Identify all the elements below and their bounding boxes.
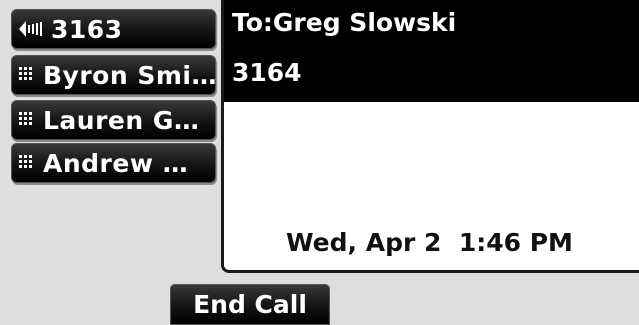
call-header: To:Greg Slowski 3164 <box>224 0 639 102</box>
speaker-volume-icon <box>19 19 45 39</box>
date-time-display: Wed, Apr 2 1:46 PM <box>286 228 573 257</box>
line-key-label: Andrew … <box>43 148 189 178</box>
line-key-label: 3163 <box>51 14 123 44</box>
line-key-andrew[interactable]: Andrew … <box>11 143 216 183</box>
line-key-label: Byron Smi… <box>43 60 217 90</box>
line-key-3163[interactable]: 3163 <box>11 9 216 49</box>
call-number: 3164 <box>232 58 302 87</box>
end-call-button[interactable]: End Call <box>170 284 330 325</box>
call-recipient: To:Greg Slowski <box>232 8 457 37</box>
line-key-lauren[interactable]: Lauren G… <box>11 100 216 140</box>
active-call-panel: To:Greg Slowski 3164 Wed, Apr 2 1:46 PM <box>221 0 639 273</box>
keypad-icon <box>19 66 37 84</box>
line-key-byron[interactable]: Byron Smi… <box>11 55 216 95</box>
keypad-icon <box>19 111 37 129</box>
keypad-icon <box>19 154 37 172</box>
line-key-label: Lauren G… <box>43 105 200 135</box>
